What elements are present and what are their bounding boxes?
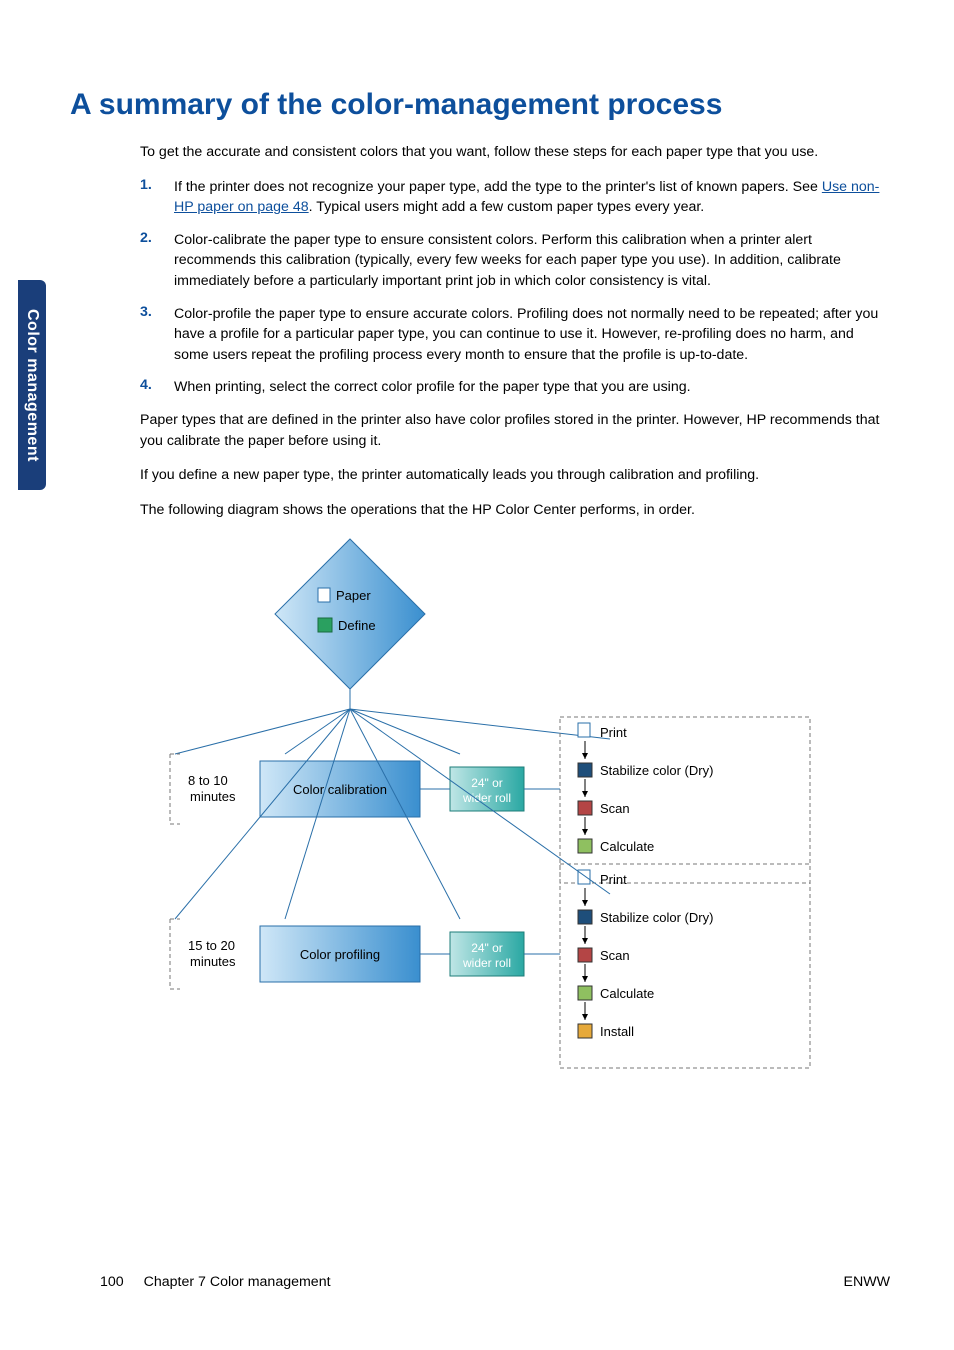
steps-list: 1. If the printer does not recognize you… [140,177,880,398]
step-text: When printing, select the correct color … [174,377,880,398]
page: Color management A summary of the color-… [0,0,954,1350]
step-text: Color-calibrate the paper type to ensure… [174,230,880,292]
page-number: 100 [100,1274,124,1290]
content-area: A summary of the color-management proces… [70,88,890,1134]
svg-text:24" or: 24" or [471,941,503,955]
svg-text:Stabilize color (Dry): Stabilize color (Dry) [600,910,713,925]
step-number: 3. [140,304,174,366]
paragraph: If you define a new paper type, the prin… [140,465,880,486]
page-footer: 100 Chapter 7 Color management ENWW [100,1274,890,1290]
paragraph: The following diagram shows the operatio… [140,500,880,521]
footer-left: 100 Chapter 7 Color management [100,1274,331,1290]
step-number: 1. [140,177,174,218]
step-2: 2. Color-calibrate the paper type to ens… [140,230,880,292]
svg-text:8 to 10: 8 to 10 [188,773,228,788]
diagram-svg: PaperDefine8 to 10minutesColor calibrati… [140,534,840,1134]
svg-text:Color calibration: Color calibration [293,782,387,797]
page-heading: A summary of the color-management proces… [70,88,890,122]
svg-text:minutes: minutes [190,789,236,804]
svg-text:Calculate: Calculate [600,839,654,854]
svg-text:Print: Print [600,872,627,887]
step-number: 2. [140,230,174,292]
svg-text:Stabilize color (Dry): Stabilize color (Dry) [600,763,713,778]
svg-text:24" or: 24" or [471,776,503,790]
svg-text:minutes: minutes [190,954,236,969]
side-tab-label: Color management [23,309,41,462]
svg-text:Paper: Paper [336,588,371,603]
step-4: 4. When printing, select the correct col… [140,377,880,398]
svg-text:Scan: Scan [600,948,630,963]
step-3: 3. Color-profile the paper type to ensur… [140,304,880,366]
diagram: PaperDefine8 to 10minutesColor calibrati… [140,534,890,1134]
step-number: 4. [140,377,174,398]
body-block: To get the accurate and consistent color… [140,142,880,520]
step-text: Color-profile the paper type to ensure a… [174,304,880,366]
side-tab: Color management [18,280,46,490]
step-text-post: . Typical users might add a few custom p… [309,199,705,215]
svg-text:wider roll: wider roll [462,956,511,970]
step-text: If the printer does not recognize your p… [174,177,880,218]
svg-text:Install: Install [600,1024,634,1039]
svg-text:15 to 20: 15 to 20 [188,938,235,953]
step-1: 1. If the printer does not recognize you… [140,177,880,218]
svg-text:Scan: Scan [600,801,630,816]
footer-chapter: Chapter 7 Color management [144,1274,331,1290]
svg-text:Color profiling: Color profiling [300,947,380,962]
svg-text:Define: Define [338,618,376,633]
svg-text:wider roll: wider roll [462,791,511,805]
svg-text:Calculate: Calculate [600,986,654,1001]
svg-text:Print: Print [600,725,627,740]
paragraph: Paper types that are defined in the prin… [140,410,880,451]
intro-paragraph: To get the accurate and consistent color… [140,142,880,163]
footer-right: ENWW [844,1274,891,1290]
step-text-pre: If the printer does not recognize your p… [174,179,822,195]
